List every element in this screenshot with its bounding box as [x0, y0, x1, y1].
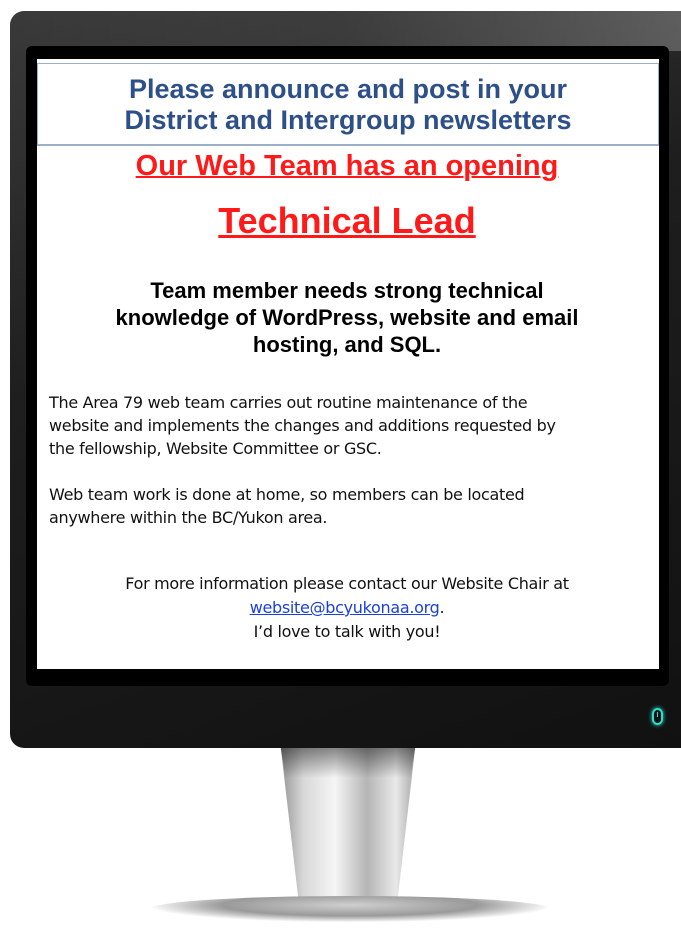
banner-line-2: District and Intergroup newsletters	[124, 105, 572, 135]
banner-text: Please announce and post in your Distric…	[38, 64, 658, 136]
contact-period: .	[439, 598, 445, 617]
para2-line-1: Web team work is done at home, so member…	[49, 485, 525, 504]
monitor-gloss	[10, 11, 681, 51]
location-paragraph: Web team work is done at home, so member…	[49, 483, 649, 529]
para2-line-2: anywhere within the BC/Yukon area.	[49, 508, 328, 527]
role-title: Technical Lead	[218, 200, 476, 241]
mouse-power-icon[interactable]	[652, 708, 663, 725]
requirements-text: Team member needs strong technical knowl…	[37, 277, 657, 358]
para1-line-3: the fellowship, Website Committee or GSC…	[49, 439, 382, 458]
monitor-screen: Please announce and post in your Distric…	[37, 59, 659, 669]
contact-block: For more information please contact our …	[37, 572, 657, 644]
opening-headline: Our Web Team has an opening	[135, 150, 559, 182]
monitor-stand-base	[150, 896, 550, 922]
description-paragraph: The Area 79 web team carries out routine…	[49, 391, 649, 460]
contact-line-1: For more information please contact our …	[125, 574, 569, 593]
contact-email-link[interactable]: website@bcyukonaa.org	[250, 598, 440, 617]
banner-line-1: Please announce and post in your	[128, 74, 568, 104]
para1-line-2: website and implements the changes and a…	[49, 416, 556, 435]
monitor-stand-shadow	[280, 748, 416, 778]
requirements-line-2: knowledge of WordPress, website and emai…	[115, 305, 579, 330]
requirements-line-1: Team member needs strong technical	[150, 278, 544, 303]
contact-line-3: I’d love to talk with you!	[253, 622, 441, 641]
announcement-banner: Please announce and post in your Distric…	[37, 63, 659, 146]
para1-line-1: The Area 79 web team carries out routine…	[49, 393, 528, 412]
requirements-line-3: hosting, and SQL.	[252, 332, 442, 357]
